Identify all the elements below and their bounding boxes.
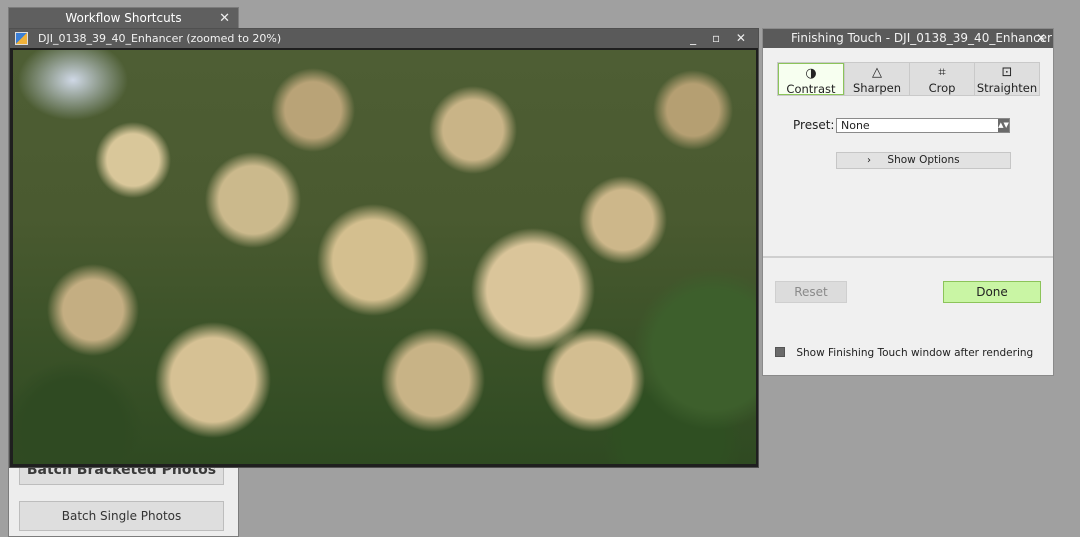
reset-button[interactable]: Reset [775,281,847,303]
app-icon [15,32,28,45]
tool-tabs: ◑ Contrast △ Sharpen ⌗ Crop ⊡ Straighten [777,62,1040,96]
tab-straighten[interactable]: ⊡ Straighten [974,63,1039,95]
image-viewer-window: DJI_0138_39_40_Enhancer (zoomed to 20%) … [9,28,759,468]
sharpen-icon: △ [872,65,882,80]
tab-crop[interactable]: ⌗ Crop [909,63,974,95]
tab-sharpen[interactable]: △ Sharpen [844,63,909,95]
contrast-icon: ◑ [805,66,817,81]
finishing-title: Finishing Touch - DJI_0138_39_40_Enhance… [791,31,1052,45]
shortcuts-titlebar: Workflow Shortcuts ✕ [9,8,238,29]
finishing-titlebar: Finishing Touch - DJI_0138_39_40_Enhance… [763,29,1053,48]
done-button[interactable]: Done [943,281,1041,303]
batch-single-photos-button[interactable]: Batch Single Photos [19,501,224,531]
tab-label: Straighten [976,81,1038,95]
finishing-touch-window: Finishing Touch - DJI_0138_39_40_Enhance… [762,28,1054,376]
tab-label: Crop [928,81,956,95]
straighten-icon: ⊡ [1001,65,1013,80]
photo-canvas[interactable] [13,50,756,464]
tab-label: Sharpen [852,81,902,95]
preset-select[interactable]: None ▲▼ [836,118,1010,133]
show-options-label: Show Options [887,154,960,166]
close-icon[interactable]: ✕ [219,8,230,29]
divider [763,256,1053,258]
preset-label: Preset: [793,118,835,132]
show-window-checkbox-row[interactable]: Show Finishing Touch window after render… [775,347,1033,359]
crop-icon: ⌗ [938,65,946,80]
shortcuts-title: Workflow Shortcuts [65,11,182,25]
show-window-checkbox[interactable] [775,347,785,357]
viewer-titlebar: DJI_0138_39_40_Enhancer (zoomed to 20%) … [10,29,758,48]
tab-label: Contrast [786,82,836,96]
show-window-checkbox-label: Show Finishing Touch window after render… [796,347,1034,359]
viewer-title: DJI_0138_39_40_Enhancer (zoomed to 20%) [38,32,282,45]
tab-contrast[interactable]: ◑ Contrast [778,63,844,96]
close-icon[interactable]: ✕ [1036,29,1046,48]
preset-value: None [841,119,870,132]
chevron-right-icon: › [867,155,871,166]
chevron-down-icon: ▲▼ [998,119,1009,132]
show-options-button[interactable]: › Show Options [836,152,1011,169]
window-controls[interactable]: _ ▫ ✕ [690,29,752,48]
